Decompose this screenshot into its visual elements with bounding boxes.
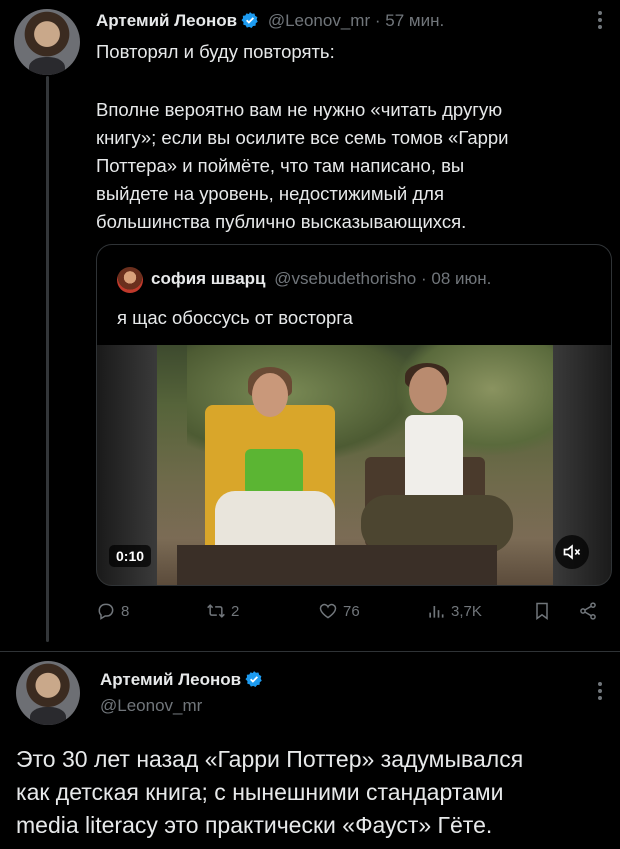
tweet-text-line: как детская книга; с нынешними стандарта… (16, 779, 504, 805)
tweet-text-line: Вполне вероятно вам не нужно «читать дру… (96, 99, 503, 120)
quote-date: 08 июн. (431, 269, 492, 288)
verified-badge-icon (241, 12, 258, 28)
quoted-tweet[interactable]: софия шварц @vsebudethorisho · 08 июн. я… (96, 244, 612, 586)
video-frame-table (177, 545, 497, 585)
tweet-intro: Повторял и буду повторять: (96, 41, 335, 62)
tweet-divider (0, 651, 620, 652)
muted-speaker-icon (563, 544, 581, 560)
video-frame-person (252, 373, 288, 417)
author-handle[interactable]: @Leonov_mr (100, 696, 202, 716)
more-icon[interactable] (590, 676, 610, 706)
tweet-text-line: media literacy это практически «Фауст» Г… (16, 812, 493, 838)
author-avatar[interactable] (16, 661, 80, 725)
reply-button[interactable]: 8 (96, 596, 129, 626)
more-icon[interactable] (590, 5, 610, 35)
bookmark-icon (536, 602, 548, 620)
like-icon (319, 603, 337, 619)
author-handle[interactable]: @Leonov_mr (268, 11, 370, 30)
tweet-text-line: Поттера» и поймёте, что там написано, вы (96, 155, 465, 176)
quote-author-name: софия шварц (151, 269, 266, 288)
share-button[interactable] (578, 596, 598, 626)
tweet-text-line: выйдете на уровень, недостижимый для (96, 183, 444, 204)
reply-icon (98, 603, 114, 620)
tweet-text-line: книгу»; если вы осилите все семь томов «… (96, 127, 509, 148)
reply-count: 8 (121, 602, 130, 620)
quote-author-handle: @vsebudethorisho (274, 269, 417, 288)
tweet-text-line: Это 30 лет назад «Гарри Поттер» задумыва… (16, 746, 524, 772)
verified-badge-icon (245, 671, 262, 687)
quote-text: я щас обоссусь от восторга (117, 307, 353, 328)
repost-icon (207, 604, 225, 618)
video-frame-person (245, 449, 303, 495)
repost-button[interactable]: 2 (206, 596, 239, 626)
author-name[interactable]: Артемий Леонов (100, 670, 241, 689)
views-button[interactable]: 3,7K (426, 596, 482, 626)
video-frame-person (405, 415, 463, 507)
separator-dot: · (420, 269, 427, 288)
author-avatar[interactable] (14, 9, 80, 75)
tweet-time[interactable]: 57 мин. (385, 11, 444, 30)
like-button[interactable]: 76 (318, 596, 360, 626)
views-count: 3,7K (451, 602, 482, 620)
tweet-actions: 8 2 76 3,7K (96, 596, 606, 626)
video-duration: 0:10 (109, 545, 152, 567)
quote-author-avatar (117, 267, 143, 293)
tweet-text-line: большинства публично высказывающихся. (96, 211, 467, 232)
tweet-header: Артемий Леонов (100, 670, 263, 690)
video-player[interactable]: 0:10 (97, 345, 611, 585)
tweet-text: Вполне вероятно вам не нужно «читать дру… (96, 96, 606, 236)
author-name[interactable]: Артемий Леонов (96, 11, 237, 30)
mute-button[interactable] (555, 535, 589, 569)
tweet-header: Артемий Леонов @Leonov_mr · 57 мин. (96, 11, 444, 31)
video-frame-person (409, 367, 447, 413)
quote-header: софия шварц @vsebudethorisho · 08 июн. (151, 269, 491, 289)
tweet-text: Это 30 лет назад «Гарри Поттер» задумыва… (16, 743, 612, 842)
share-icon (580, 602, 596, 620)
bookmark-button[interactable] (532, 596, 552, 626)
repost-count: 2 (231, 602, 240, 620)
views-icon (429, 606, 444, 618)
thread-connector (46, 76, 49, 642)
like-count: 76 (343, 602, 360, 620)
separator-dot: · (374, 11, 381, 30)
